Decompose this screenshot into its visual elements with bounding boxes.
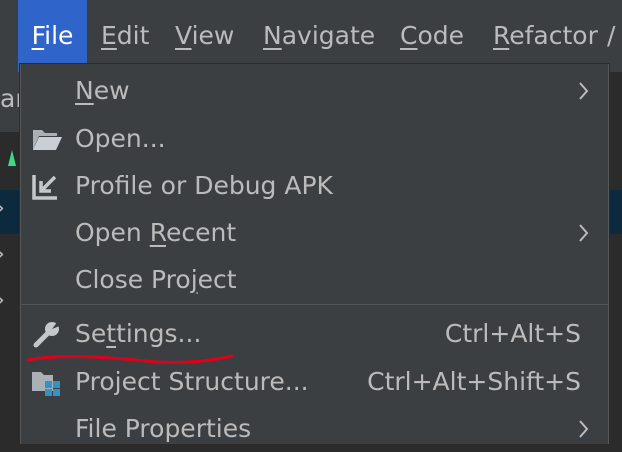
menu-refactor-mnemonic: R xyxy=(493,21,510,50)
menu-item-label: New xyxy=(75,76,130,105)
tree-expand-chevron-icon[interactable]: › xyxy=(0,288,5,313)
submenu-arrow-icon xyxy=(579,420,589,438)
menu-navigate-label: avigate xyxy=(281,21,376,50)
menu-view[interactable]: View xyxy=(175,0,234,72)
wrench-icon xyxy=(33,321,62,348)
menu-code[interactable]: Code xyxy=(400,0,464,72)
submenu-arrow-icon xyxy=(579,82,589,100)
menu-file-label: ile xyxy=(44,21,74,50)
menu-navigate[interactable]: Navigate xyxy=(263,0,375,72)
submenu-arrow-icon xyxy=(579,224,589,242)
menu-overflow[interactable]: / xyxy=(607,0,615,72)
menu-item-label: Settings... xyxy=(75,319,202,348)
android-icon xyxy=(8,150,16,166)
red-underline-annotation xyxy=(26,354,234,365)
menu-edit-mnemonic: E xyxy=(101,21,117,50)
menu-view-label: iew xyxy=(191,21,235,50)
import-arrow-icon xyxy=(32,175,57,200)
menu-item-new[interactable]: New xyxy=(21,68,608,114)
menu-refactor[interactable]: Refactor xyxy=(493,0,598,72)
menu-item-label: Open... xyxy=(75,124,166,153)
file-menu-popup: New Open... Profile or Debug APK Open Re… xyxy=(20,64,609,444)
menu-item-label: Profile or Debug APK xyxy=(75,171,333,200)
menu-item-label: Open Recent xyxy=(75,218,237,247)
menu-item-label: File Properties xyxy=(75,414,252,443)
menu-item-open-recent[interactable]: Open Recent xyxy=(21,210,608,256)
menu-item-label: Close Project xyxy=(75,265,237,294)
folder-open-icon xyxy=(33,130,62,150)
tree-expand-chevron-icon[interactable]: › xyxy=(0,242,5,267)
menu-file[interactable]: File xyxy=(18,0,87,72)
menu-edit-label: dit xyxy=(116,21,150,50)
menu-refactor-label: efactor xyxy=(509,21,598,50)
menu-code-label: ode xyxy=(417,21,465,50)
menu-item-open[interactable]: Open... xyxy=(21,116,608,162)
tree-expand-chevron-icon[interactable]: › xyxy=(0,196,5,221)
menu-bar: File Edit View Navigate Code Refactor / xyxy=(0,0,622,72)
menu-edit[interactable]: Edit xyxy=(101,0,149,72)
menu-file-mnemonic: F xyxy=(31,21,45,50)
menu-item-settings[interactable]: Settings... Ctrl+Alt+S xyxy=(21,311,608,357)
menu-item-shortcut: Ctrl+Alt+S xyxy=(444,319,581,348)
project-structure-icon xyxy=(32,372,60,396)
menu-item-close-project[interactable]: Close Project xyxy=(21,257,608,303)
menu-code-mnemonic: C xyxy=(400,21,418,50)
tree-selection-right xyxy=(607,190,622,234)
menu-item-file-properties[interactable]: File Properties xyxy=(21,406,608,452)
menu-item-profile-debug-apk[interactable]: Profile or Debug APK xyxy=(21,163,608,209)
menu-separator xyxy=(21,304,608,305)
menu-navigate-mnemonic: N xyxy=(263,21,282,50)
menu-view-mnemonic: V xyxy=(175,21,192,50)
menu-item-shortcut: Ctrl+Alt+Shift+S xyxy=(367,367,581,396)
